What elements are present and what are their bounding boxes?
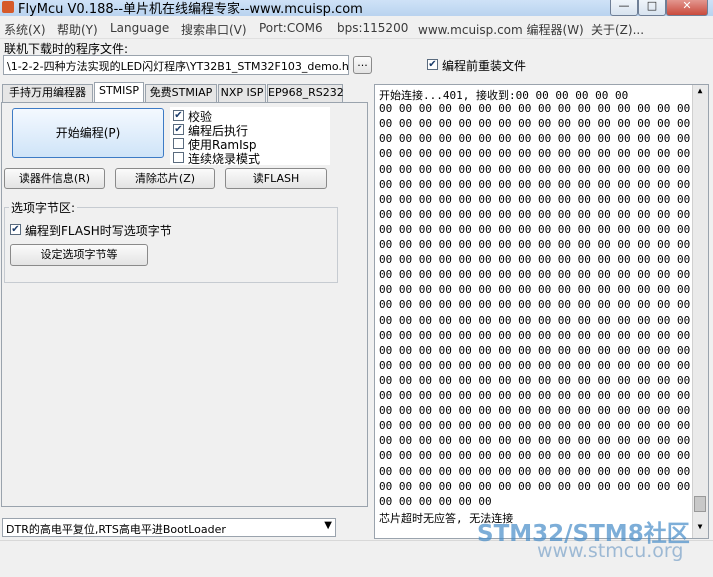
stmisp-panel: 开始编程(P) ✔ 校验 ✔ 编程后执行 使用RamIsp 连续烧录模式 读器件… [1, 102, 368, 507]
close-button[interactable]: ✕ [666, 0, 708, 16]
read-flash-button[interactable]: 读FLASH [225, 168, 327, 189]
log-line: 00 00 00 00 00 00 00 00 00 00 00 00 00 0… [379, 464, 708, 478]
watermark-url: www.stmcu.org [537, 540, 684, 562]
log-line: 00 00 00 00 00 00 00 00 00 00 00 00 00 0… [379, 253, 708, 267]
log-line: 00 00 00 00 00 00 00 00 00 00 00 00 00 0… [379, 283, 708, 297]
option-bytes-group: 选项字节区: ✔ 编程到FLASH时写选项字节 设定选项字节等 [4, 199, 338, 283]
minimize-button[interactable]: — [610, 0, 638, 16]
log-line: 00 00 00 00 00 00 00 00 00 00 00 00 00 0… [379, 343, 708, 357]
log-scrollbar[interactable]: ▲ ▼ [692, 85, 708, 538]
log-line: 00 00 00 00 00 00 00 00 00 00 00 00 00 0… [379, 298, 708, 312]
log-line: 00 00 00 00 00 00 00 00 00 00 00 00 00 0… [379, 162, 708, 176]
menu-programmer[interactable]: www.mcuisp.com 编程器(W) [418, 21, 584, 38]
log-line: 00 00 00 00 00 00 00 00 00 00 00 00 00 0… [379, 404, 708, 418]
main-window: 系统(X) 帮助(Y) Language 搜索串口(V) Port:COM6 b… [0, 16, 713, 577]
run-after-checkbox[interactable]: ✔ [173, 124, 184, 135]
option-bytes-label: 选项字节区: [9, 199, 78, 216]
tab-handheld-programmer[interactable]: 手持万用编程器 [2, 84, 93, 102]
menu-port[interactable]: Port:COM6 [259, 21, 323, 35]
scroll-down-icon[interactable]: ▼ [694, 522, 706, 535]
ramisp-checkbox[interactable] [173, 138, 184, 149]
erase-chip-button[interactable]: 清除芯片(Z) [115, 168, 215, 189]
chevron-down-icon[interactable]: ▼ [324, 520, 332, 531]
log-line: 00 00 00 00 00 00 00 00 00 00 00 00 00 0… [379, 389, 708, 402]
continuous-mode-checkbox[interactable] [173, 152, 184, 163]
log-line: 00 00 00 00 00 00 00 00 00 00 00 00 00 0… [379, 147, 708, 161]
log-line: 00 00 00 00 00 00 00 00 00 00 00 00 00 0… [379, 192, 708, 206]
log-line: 00 00 00 00 00 00 00 00 00 00 00 00 00 0… [379, 419, 708, 433]
tab-ep968[interactable]: EP968_RS232 [267, 84, 344, 102]
reload-label: 编程前重装文件 [442, 59, 527, 73]
tab-stmiap[interactable]: 免费STMIAP [145, 84, 217, 102]
reset-mode-select[interactable]: DTR的高电平复位,RTS高电平进BootLoader ▼ [2, 518, 336, 537]
log-line: 开始连接...401, 接收到:00 00 00 00 00 00 [379, 89, 629, 102]
title-bar: FlyMcu V0.188--单片机在线编程专家--www.mcuisp.com… [0, 0, 713, 17]
continuous-mode-label: 连续烧录模式 [188, 152, 261, 166]
menu-bps[interactable]: bps:115200 [337, 21, 408, 35]
log-line: 00 00 00 00 00 00 00 00 00 00 00 00 00 0… [379, 132, 708, 146]
set-option-bytes-button[interactable]: 设定选项字节等 [10, 244, 148, 266]
read-info-button[interactable]: 读器件信息(R) [4, 168, 105, 189]
log-line: 00 00 00 00 00 00 00 00 00 00 00 00 00 0… [379, 222, 708, 236]
verify-checkbox[interactable]: ✔ [173, 110, 184, 121]
log-line: 00 00 00 00 00 00 [379, 494, 492, 508]
maximize-button[interactable]: □ [638, 0, 666, 16]
reload-checkbox[interactable]: ✔ [427, 59, 438, 70]
options-box: ✔ 校验 ✔ 编程后执行 使用RamIsp 连续烧录模式 [170, 107, 330, 166]
log-line: 00 00 00 00 00 00 00 00 00 00 00 00 00 0… [379, 102, 708, 116]
write-option-bytes-label: 编程到FLASH时写选项字节 [25, 224, 172, 238]
tab-strip: 手持万用编程器 STMISP 免费STMIAP NXP ISP EP968_RS… [2, 82, 372, 104]
menu-help[interactable]: 帮助(Y) [57, 21, 98, 38]
write-option-bytes-checkbox[interactable]: ✔ [10, 224, 21, 235]
file-path-field[interactable]: \1-2-2-四种方法实现的LED闪灯程序\YT32B1_STM32F103_d… [3, 55, 349, 75]
log-line: 00 00 00 00 00 00 00 00 00 00 00 00 00 0… [379, 207, 708, 221]
log-line: 00 00 00 00 00 00 00 00 00 00 00 00 00 0… [379, 434, 708, 448]
output-log: 开始连接...401, 接收到:00 00 00 00 00 00 00 00 0… [374, 84, 709, 539]
browse-button[interactable]: ... [353, 56, 372, 74]
menu-about[interactable]: 关于(Z)... [591, 21, 644, 38]
log-line: 00 00 00 00 00 00 00 00 00 00 00 00 00 0… [379, 328, 708, 342]
start-programming-button[interactable]: 开始编程(P) [12, 108, 164, 158]
log-line: 00 00 00 00 00 00 00 00 00 00 00 00 00 0… [379, 313, 708, 327]
tab-nxp-isp[interactable]: NXP ISP [218, 84, 266, 102]
menu-language[interactable]: Language [110, 21, 169, 35]
log-line: 00 00 00 00 00 00 00 00 00 00 00 00 00 0… [379, 238, 708, 251]
log-line: 00 00 00 00 00 00 00 00 00 00 00 00 00 0… [379, 373, 708, 387]
reset-mode-value: DTR的高电平复位,RTS高电平进BootLoader [6, 523, 226, 536]
tab-stmisp[interactable]: STMISP [94, 82, 144, 102]
log-line: 00 00 00 00 00 00 00 00 00 00 00 00 00 0… [379, 117, 708, 131]
window-title: FlyMcu V0.188--单片机在线编程专家--www.mcuisp.com [18, 2, 363, 17]
log-line: 00 00 00 00 00 00 00 00 00 00 00 00 00 0… [379, 177, 708, 191]
log-line: 00 00 00 00 00 00 00 00 00 00 00 00 00 0… [379, 268, 708, 282]
menu-bar: 系统(X) 帮助(Y) Language 搜索串口(V) Port:COM6 b… [0, 16, 713, 39]
app-icon [2, 1, 14, 13]
log-line: 00 00 00 00 00 00 00 00 00 00 00 00 00 0… [379, 449, 708, 463]
log-line: 00 00 00 00 00 00 00 00 00 00 00 00 00 0… [379, 358, 708, 372]
scroll-up-icon[interactable]: ▲ [694, 86, 706, 99]
menu-search-port[interactable]: 搜索串口(V) [181, 21, 247, 38]
log-line: 00 00 00 00 00 00 00 00 00 00 00 00 00 0… [379, 479, 708, 493]
scroll-thumb[interactable] [694, 496, 706, 512]
menu-system[interactable]: 系统(X) [4, 21, 46, 38]
